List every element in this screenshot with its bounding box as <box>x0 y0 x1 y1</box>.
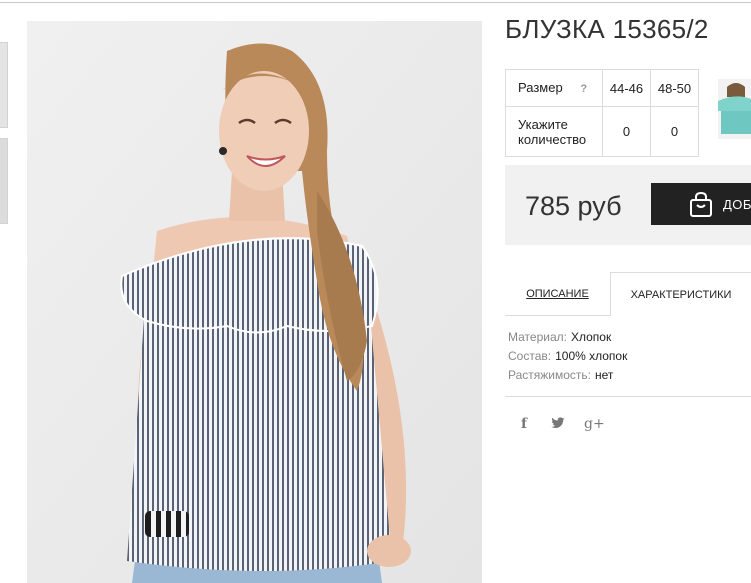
characteristic-key: Растяжимость: <box>508 368 592 382</box>
characteristic-key: Материал: <box>508 330 567 344</box>
top-divider <box>0 2 751 3</box>
add-to-cart-button[interactable]: ДОБА <box>651 183 751 225</box>
characteristic-value: 100% хлопок <box>555 349 628 363</box>
size-row: Размер ? 44-46 48-50 <box>505 69 699 107</box>
characteristic-key: Состав: <box>508 349 552 363</box>
quantity-field[interactable]: 0 <box>650 106 699 157</box>
gallery-thumbnail[interactable] <box>0 42 8 128</box>
gallery-thumbnail[interactable] <box>0 138 8 224</box>
facebook-icon[interactable]: f <box>521 416 527 432</box>
characteristic-row: Растяжимость: нет <box>508 366 627 385</box>
size-label: Размер <box>518 79 563 95</box>
shopping-bag-icon <box>689 191 713 223</box>
section-divider <box>505 396 751 397</box>
tab-characteristics[interactable]: ХАРАКТЕРИСТИКИ <box>610 272 751 316</box>
characteristic-value: Хлопок <box>570 330 612 344</box>
product-title: БЛУЗКА 15365/2 <box>505 14 709 44</box>
product-main-photo <box>27 21 482 583</box>
product-price: 785 руб <box>525 191 622 221</box>
size-help-icon[interactable]: ? <box>580 83 587 95</box>
size-option[interactable]: 48-50 <box>650 69 699 107</box>
quantity-label: Укажите количество <box>505 106 603 157</box>
size-quantity-table: Размер ? 44-46 48-50 Укажите количество … <box>505 69 699 157</box>
size-option[interactable]: 44-46 <box>602 69 651 107</box>
product-side-thumbnail[interactable] <box>718 79 751 139</box>
tabs-divider <box>505 315 610 316</box>
quantity-field[interactable]: 0 <box>602 106 651 157</box>
quantity-row: Укажите количество 0 0 <box>505 106 699 157</box>
characteristic-row: Материал: Хлопок <box>508 328 627 347</box>
googleplus-icon[interactable]: g+ <box>584 416 605 432</box>
product-tabs: ОПИСАНИЕ ХАРАКТЕРИСТИКИ <box>505 272 751 316</box>
characteristic-value: нет <box>595 368 614 382</box>
tab-description[interactable]: ОПИСАНИЕ <box>505 272 610 315</box>
price-block: 785 руб ДОБА <box>505 165 751 245</box>
twitter-icon[interactable] <box>551 416 565 432</box>
characteristic-row: Состав: 100% хлопок <box>508 347 627 366</box>
characteristics-list: Материал: Хлопок Состав: 100% хлопок Растя… <box>508 328 627 385</box>
add-to-cart-label: ДОБА <box>723 197 751 212</box>
